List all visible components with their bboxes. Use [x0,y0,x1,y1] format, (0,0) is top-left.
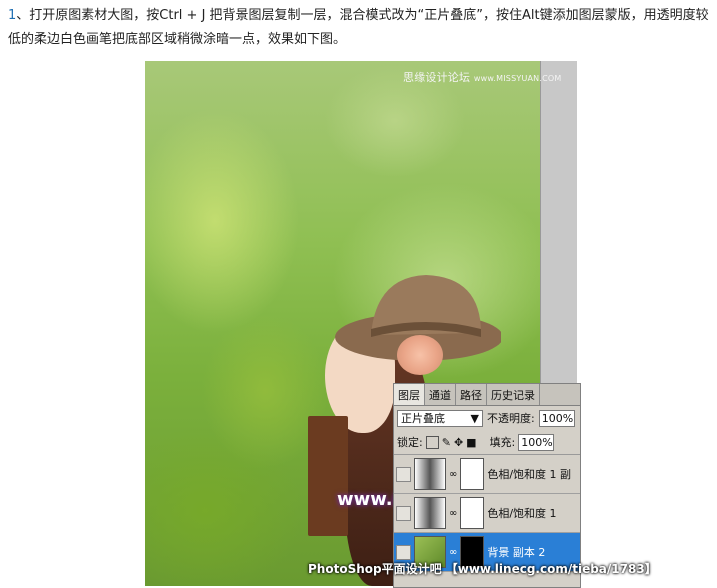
layer-name: 色相/饱和度 1 副 [487,468,572,481]
layer-row[interactable]: ∞ 色相/饱和度 1 副 [394,455,580,494]
tab-history[interactable]: 历史记录 [487,384,540,405]
lock-label: 锁定: [397,436,423,449]
flower-decoration [397,335,443,375]
link-icon: ∞ [449,468,458,480]
step-text: 、打开原图素材大图，按Ctrl + J 把背景图层复制一层，混合模式改为“正片叠… [8,8,709,47]
blend-mode-select[interactable]: 正片叠底 ▼ [397,409,483,427]
blend-mode-value: 正片叠底 [401,412,445,425]
tab-layers[interactable]: 图层 [394,384,425,405]
footer-watermark: PhotoShop平面设计吧 【www.linecg.com/tieba/178… [308,562,657,576]
tab-paths[interactable]: 路径 [456,384,487,405]
fence-shape [308,416,348,536]
lock-paint-icon[interactable]: ✎ [442,436,451,449]
layer-row[interactable]: ∞ 色相/饱和度 1 [394,494,580,533]
link-icon: ∞ [449,546,458,558]
visibility-toggle[interactable] [396,505,411,521]
layers-panel: 图层 通道 路径 历史记录 正片叠底 ▼ 不透明度: 100% 锁定: ✎ ✥ … [393,383,581,588]
lock-move-icon[interactable]: ✥ [454,436,463,449]
visibility-toggle[interactable] [396,466,411,482]
lock-all-icon[interactable]: ■ [466,436,476,449]
watermark-top-en: www.MISSYUAN.COM [473,74,562,83]
layer-name: 色相/饱和度 1 [487,507,557,520]
opacity-label: 不透明度: [487,412,535,425]
mask-thumbnail [460,458,485,490]
tab-channels[interactable]: 通道 [425,384,456,405]
fill-label: 填充: [489,436,516,449]
layer-name: 背景 副本 2 [487,546,546,559]
chevron-down-icon: ▼ [470,411,479,425]
mask-thumbnail [460,497,485,529]
panel-tabs: 图层 通道 路径 历史记录 [394,384,580,406]
blend-row: 正片叠底 ▼ 不透明度: 100% [394,406,580,430]
adjustment-thumbnail [414,497,446,529]
link-icon: ∞ [449,507,458,519]
adjustment-thumbnail [414,458,446,490]
opacity-input[interactable]: 100% [538,409,575,427]
lock-transparent-icon[interactable] [425,435,439,449]
watermark-top-cn: 思缘设计论坛 [403,71,471,84]
fill-input[interactable]: 100% [518,433,555,451]
watermark-top: 思缘设计论坛 www.MISSYUAN.COM [403,69,562,85]
visibility-toggle[interactable] [396,544,411,560]
lock-row: 锁定: ✎ ✥ ■ 填充: 100% [394,430,580,455]
intro-paragraph: 1、打开原图素材大图，按Ctrl + J 把背景图层复制一层，混合模式改为“正片… [8,4,713,52]
